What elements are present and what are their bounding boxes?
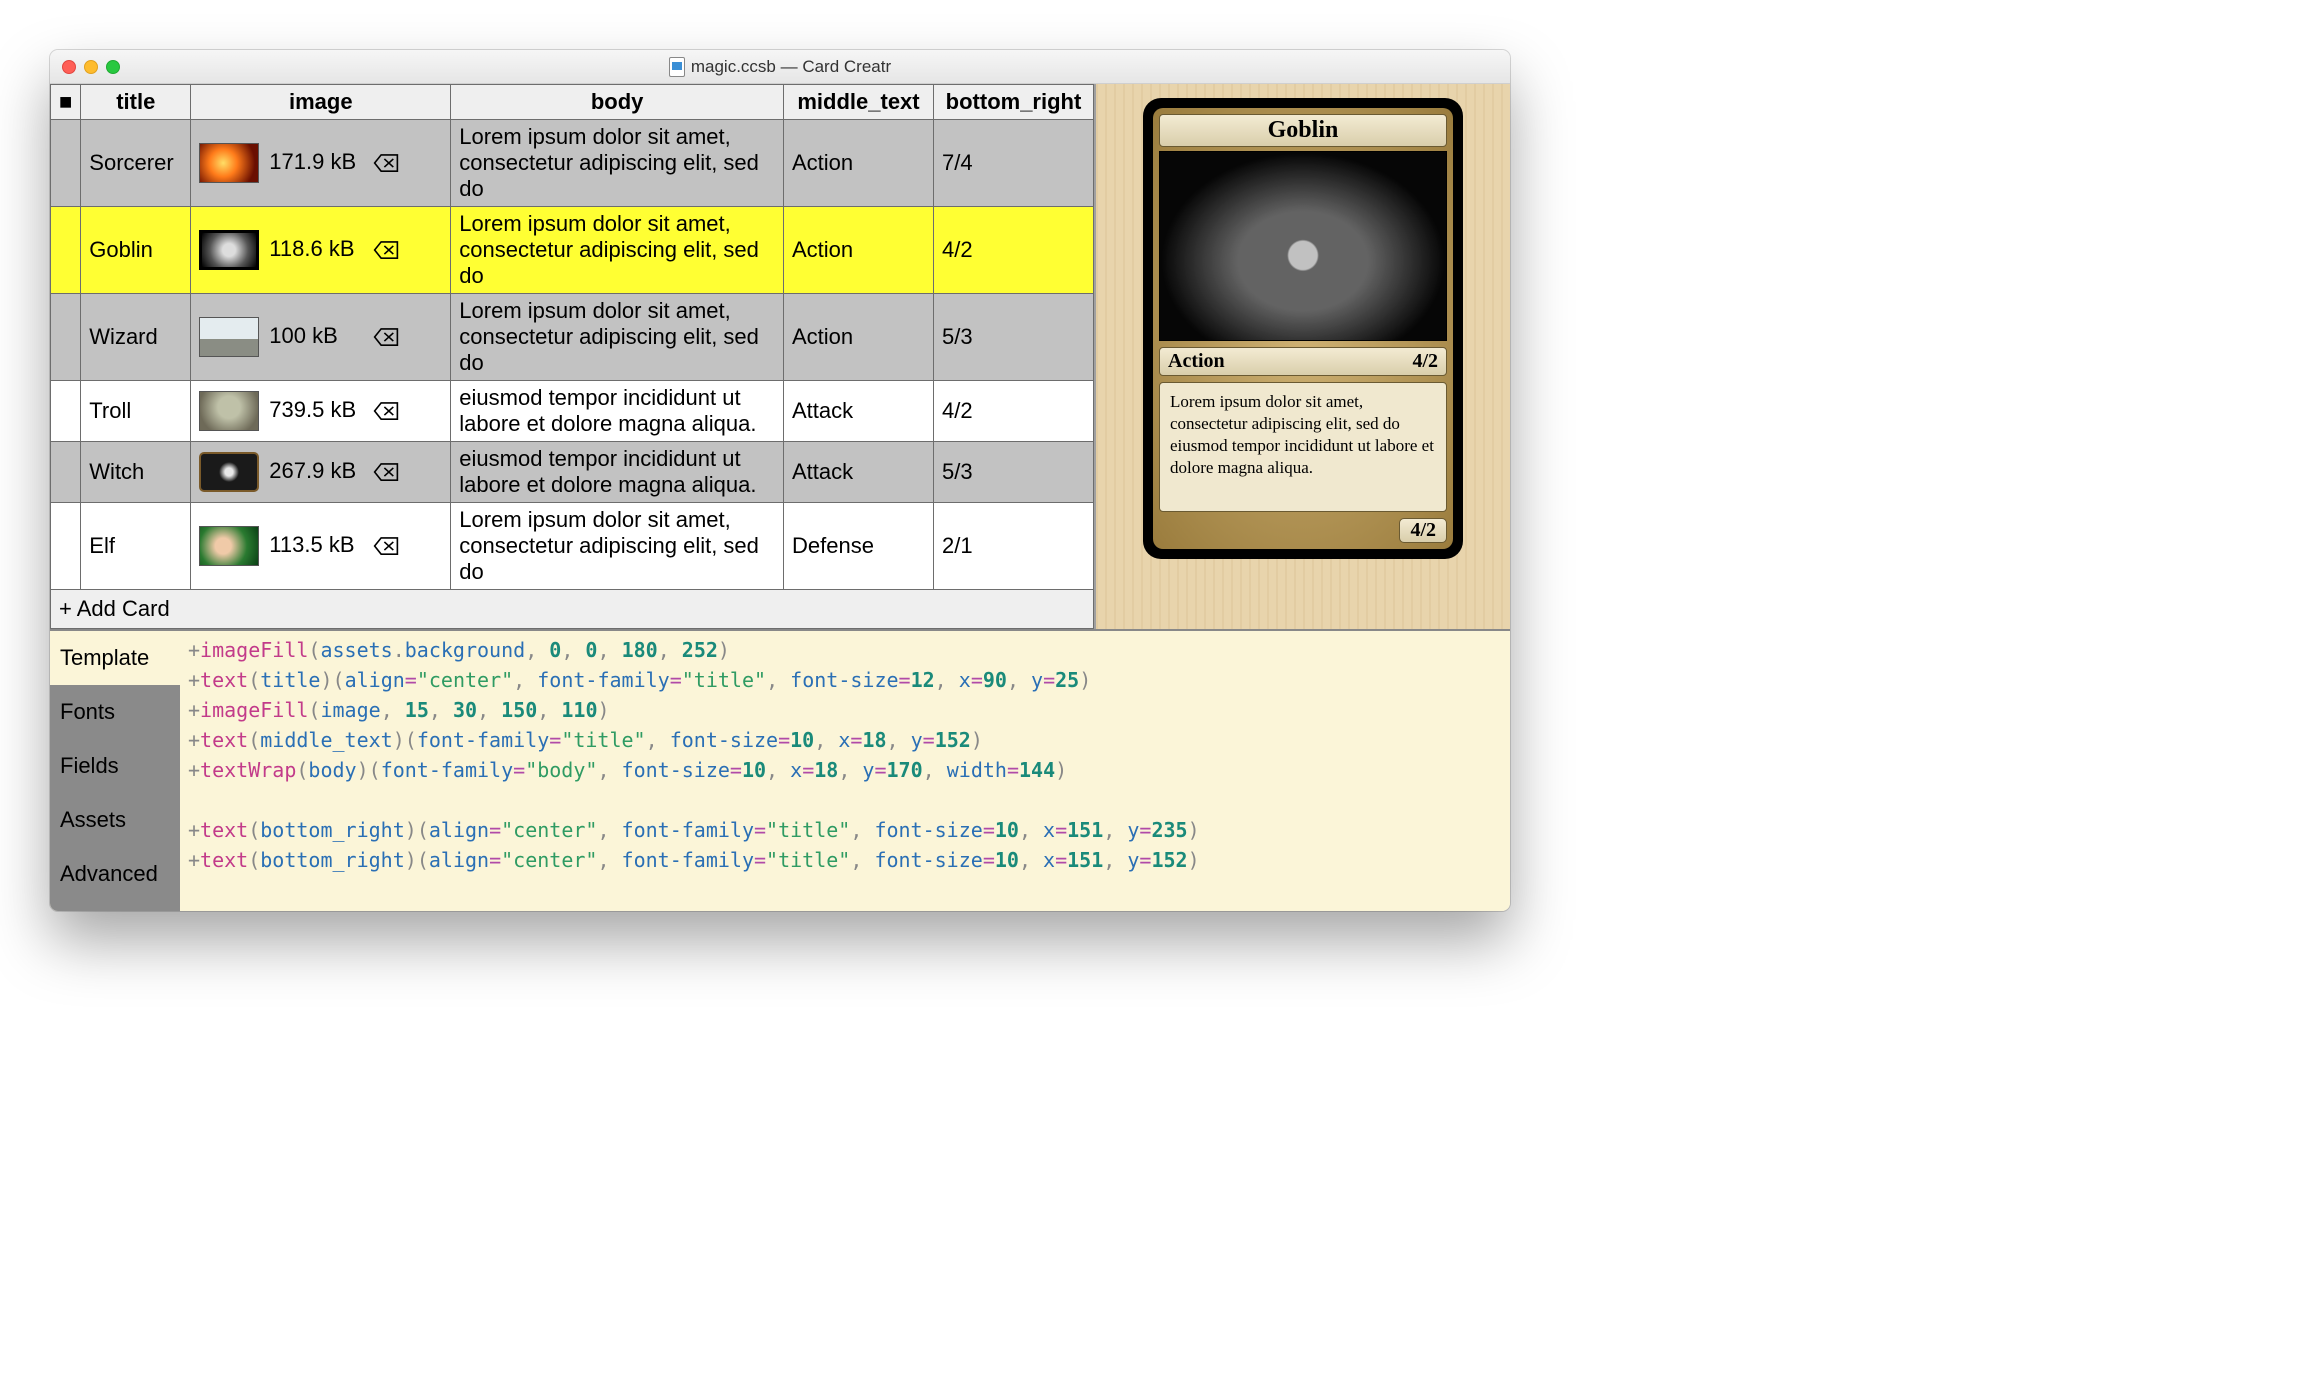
- titlebar: magic.ccsb — Card Creatr: [50, 50, 1510, 84]
- cell-check[interactable]: [51, 381, 81, 442]
- table-row[interactable]: Witch 267.9 kB eiusmod tempor incididunt u…: [51, 442, 1094, 503]
- cell-title[interactable]: Witch: [81, 442, 191, 503]
- remove-image-icon[interactable]: [371, 460, 401, 484]
- cell-bottom-right[interactable]: 7/4: [934, 120, 1094, 207]
- cell-body[interactable]: Lorem ipsum dolor sit amet, consectetur …: [451, 294, 784, 381]
- image-size: 267.9 kB: [269, 458, 361, 484]
- cell-title[interactable]: Sorcerer: [81, 120, 191, 207]
- remove-image-icon[interactable]: [371, 238, 401, 262]
- tab-assets[interactable]: Assets: [50, 793, 180, 847]
- cell-check[interactable]: [51, 442, 81, 503]
- col-check[interactable]: ■: [51, 85, 81, 120]
- add-card-button[interactable]: + Add Card: [59, 596, 170, 621]
- tab-advanced[interactable]: Advanced: [50, 847, 180, 901]
- cell-check[interactable]: [51, 503, 81, 590]
- cell-title[interactable]: Elf: [81, 503, 191, 590]
- card-body: Lorem ipsum dolor sit amet, consectetur …: [1159, 382, 1447, 512]
- cell-middle-text[interactable]: Action: [784, 120, 934, 207]
- cell-image[interactable]: 739.5 kB: [191, 381, 451, 442]
- cards-table: ■ title image body middle_text bottom_ri…: [50, 84, 1094, 629]
- image-thumbnail: [199, 526, 259, 566]
- cell-bottom-right[interactable]: 5/3: [934, 442, 1094, 503]
- image-size: 118.6 kB: [269, 236, 361, 262]
- cell-check[interactable]: [51, 294, 81, 381]
- remove-image-icon[interactable]: [371, 399, 401, 423]
- cell-image[interactable]: 171.9 kB: [191, 120, 451, 207]
- cell-image[interactable]: 100 kB: [191, 294, 451, 381]
- card-preview-panel: Goblin Action 4/2 Lorem ipsum dolor sit …: [1094, 84, 1510, 629]
- cell-body[interactable]: eiusmod tempor incididunt ut labore et d…: [451, 442, 784, 503]
- col-title[interactable]: title: [81, 85, 191, 120]
- cell-image[interactable]: 267.9 kB: [191, 442, 451, 503]
- tab-fonts[interactable]: Fonts: [50, 685, 180, 739]
- cell-bottom-right[interactable]: 4/2: [934, 207, 1094, 294]
- image-thumbnail: [199, 143, 259, 183]
- image-thumbnail: [199, 391, 259, 431]
- cell-check[interactable]: [51, 207, 81, 294]
- cell-title[interactable]: Goblin: [81, 207, 191, 294]
- card-type: Action: [1168, 350, 1225, 373]
- col-bottom-right[interactable]: bottom_right: [934, 85, 1094, 120]
- remove-image-icon[interactable]: [371, 151, 401, 175]
- tab-template[interactable]: Template: [50, 631, 180, 685]
- window-title-text: magic.ccsb — Card Creatr: [691, 57, 891, 77]
- cell-bottom-right[interactable]: 4/2: [934, 381, 1094, 442]
- cell-bottom-right[interactable]: 2/1: [934, 503, 1094, 590]
- tab-fields[interactable]: Fields: [50, 739, 180, 793]
- cell-image[interactable]: 118.6 kB: [191, 207, 451, 294]
- image-thumbnail: [199, 317, 259, 357]
- remove-image-icon[interactable]: [371, 325, 401, 349]
- window-title: magic.ccsb — Card Creatr: [669, 57, 891, 77]
- minimize-icon[interactable]: [84, 60, 98, 74]
- col-image[interactable]: image: [191, 85, 451, 120]
- template-code-editor[interactable]: +imageFill(assets.background, 0, 0, 180,…: [180, 631, 1510, 911]
- cell-body[interactable]: eiusmod tempor incididunt ut labore et d…: [451, 381, 784, 442]
- remove-image-icon[interactable]: [371, 534, 401, 558]
- image-size: 100 kB: [269, 323, 361, 349]
- cell-body[interactable]: Lorem ipsum dolor sit amet, consectetur …: [451, 207, 784, 294]
- card-stat: 4/2: [1412, 350, 1438, 373]
- cell-middle-text[interactable]: Defense: [784, 503, 934, 590]
- table-row[interactable]: Troll 739.5 kB eiusmod tempor incididunt u…: [51, 381, 1094, 442]
- table-row[interactable]: Elf 113.5 kB Lorem ipsum dolor sit amet, c…: [51, 503, 1094, 590]
- card-bottom-stat: 4/2: [1399, 518, 1447, 543]
- image-thumbnail: [199, 452, 259, 492]
- window-controls: [62, 60, 120, 74]
- cell-bottom-right[interactable]: 5/3: [934, 294, 1094, 381]
- cell-image[interactable]: 113.5 kB: [191, 503, 451, 590]
- col-body[interactable]: body: [451, 85, 784, 120]
- document-icon: [669, 57, 685, 77]
- col-middle-text[interactable]: middle_text: [784, 85, 934, 120]
- table-row[interactable]: Sorcerer 171.9 kB Lorem ipsum dolor sit am…: [51, 120, 1094, 207]
- zoom-icon[interactable]: [106, 60, 120, 74]
- cell-body[interactable]: Lorem ipsum dolor sit amet, consectetur …: [451, 120, 784, 207]
- card-title: Goblin: [1159, 114, 1447, 147]
- image-thumbnail: [199, 230, 259, 270]
- cell-middle-text[interactable]: Attack: [784, 381, 934, 442]
- close-icon[interactable]: [62, 60, 76, 74]
- image-size: 739.5 kB: [269, 397, 361, 423]
- image-size: 113.5 kB: [269, 532, 361, 558]
- table-row[interactable]: Goblin 118.6 kB Lorem ipsum dolor sit amet…: [51, 207, 1094, 294]
- cell-middle-text[interactable]: Action: [784, 294, 934, 381]
- cell-body[interactable]: Lorem ipsum dolor sit amet, consectetur …: [451, 503, 784, 590]
- card-preview: Goblin Action 4/2 Lorem ipsum dolor sit …: [1143, 98, 1463, 559]
- cell-title[interactable]: Wizard: [81, 294, 191, 381]
- cell-middle-text[interactable]: Action: [784, 207, 934, 294]
- app-window: magic.ccsb — Card Creatr ■ title image b…: [50, 50, 1510, 911]
- card-art: [1159, 151, 1447, 341]
- card-type-bar: Action 4/2: [1159, 347, 1447, 376]
- cell-middle-text[interactable]: Attack: [784, 442, 934, 503]
- image-size: 171.9 kB: [269, 149, 361, 175]
- editor-tabs: TemplateFontsFieldsAssetsAdvanced: [50, 631, 180, 911]
- table-row[interactable]: Wizard 100 kB Lorem ipsum dolor sit amet, …: [51, 294, 1094, 381]
- cell-check[interactable]: [51, 120, 81, 207]
- cell-title[interactable]: Troll: [81, 381, 191, 442]
